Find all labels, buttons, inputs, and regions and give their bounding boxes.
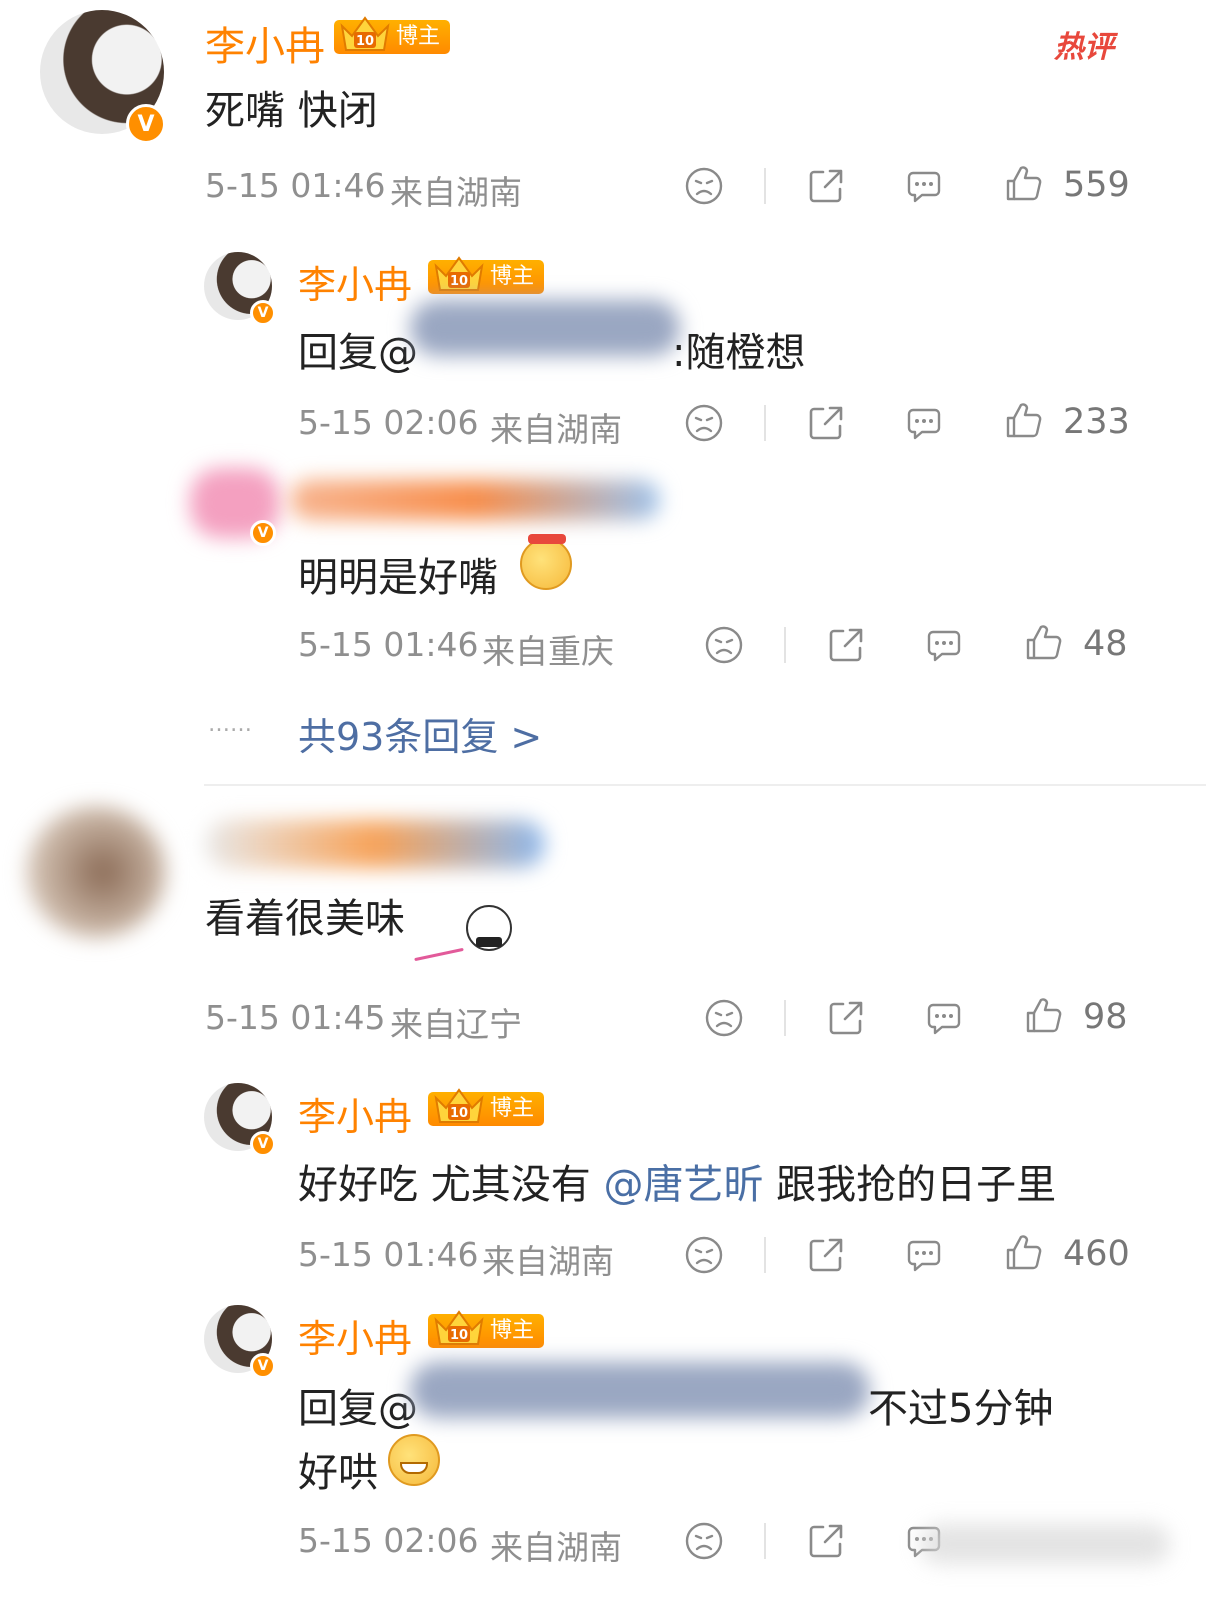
divider [764, 405, 766, 441]
comment-icon[interactable] [904, 166, 944, 206]
like-count: 48 [1083, 624, 1128, 664]
avatar[interactable]: V [204, 1083, 276, 1157]
like-count: 559 [1063, 165, 1130, 205]
comment-location: 来自湖南 [390, 173, 522, 212]
crown-icon [432, 1306, 486, 1348]
mention-link[interactable]: @唐艺昕 [603, 1162, 763, 1208]
like-icon[interactable] [1003, 164, 1043, 204]
dislike-icon[interactable] [684, 166, 724, 206]
crown-icon [432, 1084, 486, 1126]
verified-badge-icon: V [126, 104, 166, 144]
share-icon[interactable] [806, 166, 846, 206]
comment-divider [204, 784, 1206, 786]
comment-text: 看着很美味 [205, 896, 405, 942]
emoji-blush-icon [520, 534, 572, 590]
reply-text-before: 好好吃 尤其没有 [298, 1162, 604, 1208]
divider [764, 168, 766, 204]
comment-time: 5-15 02:06 [298, 1521, 479, 1560]
comment-location: 来自湖南 [482, 1242, 614, 1281]
author-name[interactable]: 李小冉 [205, 14, 325, 72]
blurred-username [410, 300, 680, 356]
like-icon[interactable] [1003, 401, 1043, 441]
dislike-icon[interactable] [704, 998, 744, 1038]
like-count: 98 [1083, 997, 1128, 1037]
comment-location: 来自重庆 [482, 632, 614, 671]
like-count: 460 [1063, 1234, 1130, 1274]
reply-prefix: 回复@ [298, 1386, 418, 1432]
like-count: 233 [1063, 402, 1130, 442]
blogger-badge: 博主 [428, 1092, 545, 1126]
dislike-icon[interactable] [704, 625, 744, 665]
blurred-username [205, 820, 545, 868]
blogger-badge: 博主 [334, 20, 451, 54]
verified-badge-icon: V [250, 300, 276, 326]
dislike-icon[interactable] [684, 403, 724, 443]
reply-text: 不过5分钟 [868, 1386, 1054, 1432]
avatar[interactable]: V [204, 252, 276, 326]
more-dots: …… [208, 712, 252, 737]
comment-icon[interactable] [904, 403, 944, 443]
divider [764, 1237, 766, 1273]
verified-badge-icon: V [250, 1131, 276, 1157]
share-icon[interactable] [806, 1521, 846, 1561]
divider [784, 627, 786, 663]
reply-text-after: 跟我抢的日子里 [763, 1162, 1057, 1208]
comment-time: 5-15 01:46 [298, 625, 479, 664]
divider [764, 1523, 766, 1559]
comment-icon[interactable] [924, 998, 964, 1038]
share-icon[interactable] [826, 625, 866, 665]
like-icon[interactable] [1003, 1233, 1043, 1273]
reply-text: :随橙想 [672, 330, 806, 376]
comment-text: 死嘴 快闭 [205, 88, 378, 134]
author-name[interactable]: 李小冉 [298, 254, 412, 309]
crown-icon [338, 12, 392, 54]
author-name[interactable]: 李小冉 [298, 1308, 412, 1363]
like-icon[interactable] [1023, 996, 1063, 1036]
comment-time: 5-15 01:46 [205, 166, 386, 205]
blogger-badge: 博主 [428, 1314, 545, 1348]
more-replies-link[interactable]: 共93条回复 > [298, 706, 542, 761]
dislike-icon[interactable] [684, 1521, 724, 1561]
hot-comment-tag: 热评 [1054, 30, 1114, 65]
share-icon[interactable] [806, 403, 846, 443]
comment-time: 5-15 01:46 [298, 1235, 479, 1274]
sticker-bear-icon [414, 905, 522, 967]
reply-text: 好好吃 尤其没有 @唐艺昕 跟我抢的日子里 [298, 1152, 1056, 1210]
like-icon[interactable] [1023, 623, 1063, 663]
dislike-icon[interactable] [684, 1235, 724, 1275]
emoji-grin-icon [388, 1434, 440, 1486]
share-icon[interactable] [826, 998, 866, 1038]
avatar[interactable]: V [204, 1305, 276, 1379]
comment-location: 来自湖南 [490, 1528, 622, 1567]
divider [784, 1000, 786, 1036]
reply-text: 明明是好嘴 [298, 555, 498, 601]
crown-icon [432, 252, 486, 294]
verified-badge-icon: V [250, 520, 276, 546]
reply-prefix: 回复@ [298, 330, 418, 376]
comment-time: 5-15 01:45 [205, 998, 386, 1037]
avatar[interactable]: V [40, 10, 166, 144]
blurred-username [410, 1362, 870, 1418]
blurred-avatar [26, 806, 166, 938]
watermark [920, 1524, 1170, 1564]
reply-text-line2: 好哄 [298, 1450, 378, 1496]
blurred-username [290, 480, 660, 520]
comment-location: 来自辽宁 [390, 1005, 522, 1044]
blogger-badge: 博主 [428, 260, 545, 294]
author-name[interactable]: 李小冉 [298, 1086, 412, 1141]
comment-time: 5-15 02:06 [298, 403, 479, 442]
comment-icon[interactable] [924, 625, 964, 665]
comment-icon[interactable] [904, 1235, 944, 1275]
share-icon[interactable] [806, 1235, 846, 1275]
comment-location: 来自湖南 [490, 410, 622, 449]
verified-badge-icon: V [250, 1353, 276, 1379]
